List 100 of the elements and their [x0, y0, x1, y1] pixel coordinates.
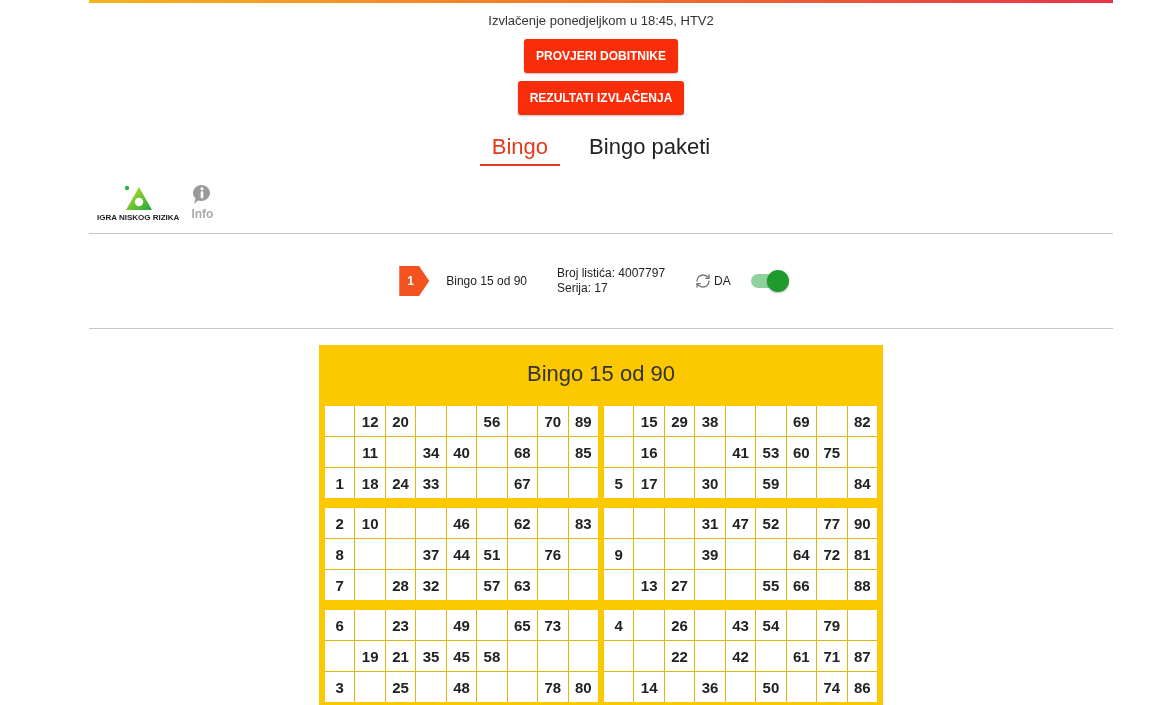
- tab[interactable]: Bingo paketi: [577, 129, 723, 166]
- bingo-cell: 64: [786, 539, 817, 569]
- bingo-cell: [355, 610, 385, 640]
- bingo-cell: [477, 468, 507, 498]
- bingo-cell: [385, 539, 416, 569]
- bingo-cell: 50: [756, 672, 786, 702]
- bingo-cell: 5: [604, 468, 634, 498]
- bingo-cell: [695, 437, 725, 467]
- bingo-cell: [538, 570, 568, 600]
- bingo-cell: [477, 610, 507, 640]
- bingo-cell: 82: [847, 406, 877, 436]
- bingo-cell: 45: [446, 641, 477, 671]
- bingo-cell: 3: [325, 672, 355, 702]
- bingo-cell: [756, 406, 786, 436]
- bingo-cell: 60: [786, 437, 817, 467]
- bingo-cell: [664, 508, 695, 538]
- info-icon: [192, 185, 213, 204]
- bingo-cell: [847, 610, 877, 640]
- bingo-cell: [817, 406, 847, 436]
- bingo-cell: [604, 406, 634, 436]
- bingo-cell: 73: [538, 610, 568, 640]
- game-name: Bingo 15 od 90: [446, 273, 527, 289]
- bingo-cell: 80: [568, 672, 598, 702]
- bingo-cell: [355, 672, 385, 702]
- bingo-cell: [786, 672, 817, 702]
- bingo-cell: [507, 406, 538, 436]
- bingo-cell: 57: [477, 570, 507, 600]
- bingo-cell: [634, 508, 664, 538]
- bingo-cell: 74: [817, 672, 847, 702]
- bingo-cell: [604, 641, 634, 671]
- bingo-cell: 79: [817, 610, 847, 640]
- bingo-cell: [604, 508, 634, 538]
- bingo-cell: 72: [817, 539, 847, 569]
- bingo-cell: [538, 508, 568, 538]
- tab[interactable]: Bingo: [479, 129, 561, 166]
- bingo-cell: 83: [568, 508, 598, 538]
- bingo-cell: 54: [756, 610, 786, 640]
- bingo-cell: 35: [416, 641, 446, 671]
- bingo-cell: 49: [446, 610, 477, 640]
- bingo-cell: 66: [786, 570, 817, 600]
- bingo-cell: 7: [325, 570, 355, 600]
- bingo-cell: [664, 672, 695, 702]
- bingo-cell: [786, 610, 817, 640]
- ticket-number-text: Broj listića: 4007797: [557, 266, 666, 281]
- info-link[interactable]: Info: [191, 207, 214, 221]
- bingo-cell: [416, 406, 446, 436]
- bingo-cell: [385, 437, 416, 467]
- bingo-cell: [664, 468, 695, 498]
- bingo-cell: 46: [446, 508, 477, 538]
- bingo-cell: 30: [695, 468, 725, 498]
- bingo-cell: 43: [725, 610, 756, 640]
- bingo-cell: [604, 672, 634, 702]
- action-button[interactable]: REZULTATI IZVLAČENJA: [517, 81, 685, 115]
- bingo-cell: 62: [507, 508, 538, 538]
- bingo-cell: 70: [538, 406, 568, 436]
- bingo-cell: 78: [538, 672, 568, 702]
- bingo-cell: 55: [756, 570, 786, 600]
- bingo-cell: 47: [725, 508, 756, 538]
- bingo-cell: 6: [325, 610, 355, 640]
- bingo-cell: 33: [416, 468, 446, 498]
- bingo-cell: 88: [847, 570, 877, 600]
- draw-schedule-text: Izvlačenje ponedjeljkom u 18:45, HTV2: [488, 12, 714, 29]
- bingo-cell: [477, 437, 507, 467]
- bingo-cell: 65: [507, 610, 538, 640]
- bingo-cell: [507, 641, 538, 671]
- series-text: Serija: 17: [557, 281, 609, 296]
- action-button[interactable]: PROVJERI DOBITNIKE: [524, 39, 678, 73]
- bingo-cell: [695, 641, 725, 671]
- bingo-cell: [664, 437, 695, 467]
- bingo-cell: 76: [538, 539, 568, 569]
- bingo-cell: 87: [847, 641, 877, 671]
- bingo-cell: 12: [355, 406, 385, 436]
- bingo-cell: 13: [634, 570, 664, 600]
- bingo-cell: 84: [847, 468, 877, 498]
- bingo-cell: 16: [634, 437, 664, 467]
- bingo-cell: 85: [568, 437, 598, 467]
- bingo-cell: 15: [634, 406, 664, 436]
- bingo-cell: 21: [385, 641, 416, 671]
- bingo-cell: [634, 610, 664, 640]
- bingo-cell: [538, 468, 568, 498]
- bingo-cell: 23: [385, 610, 416, 640]
- bingo-cell: 86: [847, 672, 877, 702]
- bingo-cell: [477, 508, 507, 538]
- bingo-cell: [416, 610, 446, 640]
- bingo-cell: [725, 570, 756, 600]
- bingo-cell: [538, 437, 568, 467]
- bingo-cell: [568, 570, 598, 600]
- bingo-cell: [817, 570, 847, 600]
- bingo-cell: 28: [385, 570, 416, 600]
- bingo-cell: 14: [634, 672, 664, 702]
- bingo-cell: 37: [416, 539, 446, 569]
- bingo-cell: 59: [756, 468, 786, 498]
- bingo-cell: 67: [507, 468, 538, 498]
- bingo-cell: [725, 539, 756, 569]
- bingo-cell: 8: [325, 539, 355, 569]
- bingo-cell: [725, 406, 756, 436]
- bingo-cell: [568, 539, 598, 569]
- bingo-cell: 42: [725, 641, 756, 671]
- bingo-cell: [355, 539, 385, 569]
- bingo-cell: 11: [355, 437, 385, 467]
